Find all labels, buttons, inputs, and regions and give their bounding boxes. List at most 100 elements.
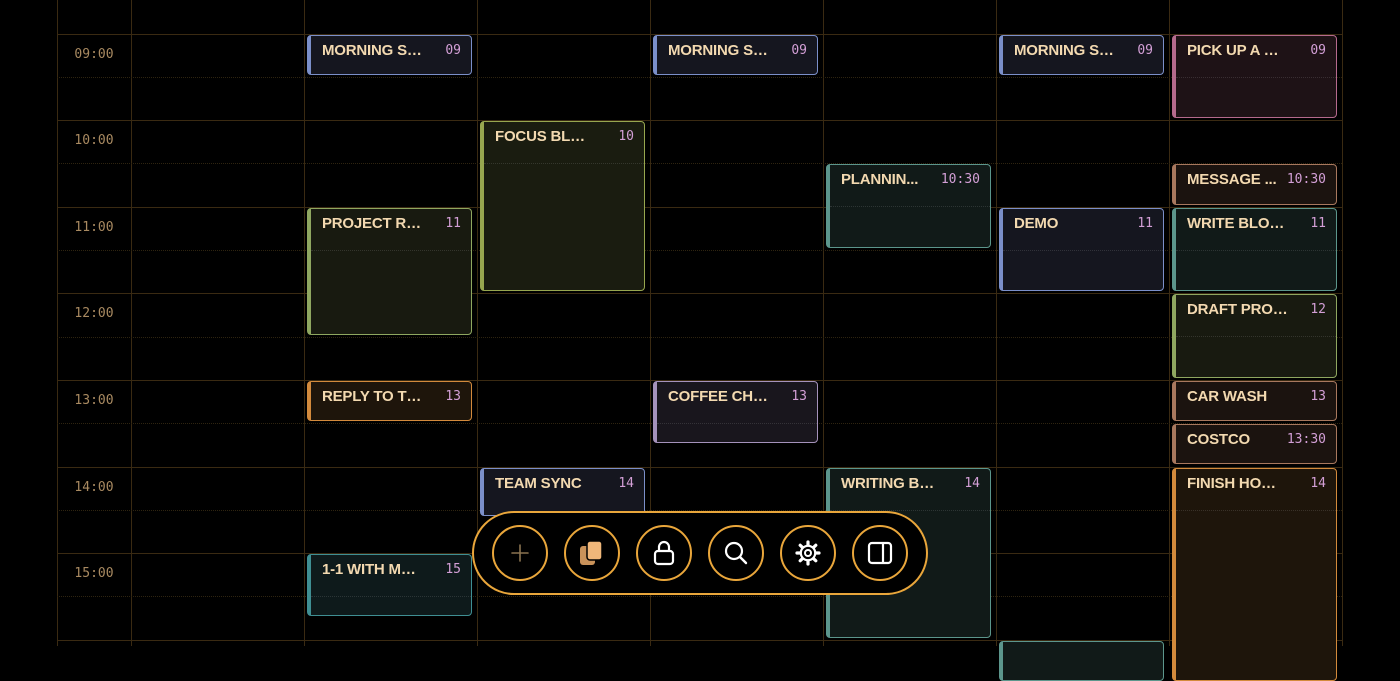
time-label: 15:00 — [62, 566, 126, 581]
calendar-event[interactable]: FINISH HOME ... 14 — [1172, 468, 1337, 681]
calendar-event[interactable]: REPLY TO THAT... 13 — [307, 381, 472, 421]
plus-icon — [510, 543, 530, 563]
grid-column-line — [1342, 0, 1343, 646]
search-icon — [722, 539, 750, 567]
add-button[interactable] — [492, 525, 548, 581]
calendar-event[interactable]: DEMO 11 — [999, 208, 1164, 292]
sidebar-toggle-button[interactable] — [852, 525, 908, 581]
event-half-hour-divider — [484, 163, 644, 164]
calendar-event[interactable] — [999, 641, 1164, 681]
calendar-event[interactable]: MESSAGE ...10:30 — [1172, 164, 1337, 204]
copy-icon — [577, 538, 607, 568]
search-button[interactable] — [708, 525, 764, 581]
time-label: 10:00 — [62, 133, 126, 148]
event-time: 09 — [1137, 43, 1153, 58]
grid-column-line — [57, 0, 58, 646]
event-time: 14 — [618, 476, 634, 491]
calendar-event[interactable]: TEAM SYNC 14 — [480, 468, 645, 517]
event-title: MESSAGE ... — [1187, 171, 1288, 188]
calendar-event[interactable]: MORNING STA... 09 — [999, 35, 1164, 75]
event-time: 12 — [1310, 302, 1326, 317]
event-time: 14 — [1310, 476, 1326, 491]
event-half-hour-divider — [1176, 250, 1336, 251]
calendar-event[interactable]: CAR WASH 13 — [1172, 381, 1337, 421]
time-label: 09:00 — [62, 47, 126, 62]
calendar-event[interactable]: WRITE BLOG P... 11 — [1172, 208, 1337, 292]
grid-column-line — [131, 0, 132, 646]
calendar-event[interactable]: MORNING STA... 09 — [653, 35, 818, 75]
event-time: 14 — [964, 476, 980, 491]
event-title: COSTCO — [1187, 431, 1288, 448]
event-half-hour-divider — [311, 250, 471, 251]
grid-row-line — [57, 337, 1342, 338]
event-time: 13 — [1310, 389, 1326, 404]
calendar-event[interactable]: DRAFT PROJEC... 12 — [1172, 294, 1337, 378]
event-title: FOCUS BLOCK — [495, 128, 596, 145]
event-time: 13 — [791, 389, 807, 404]
time-label: 14:00 — [62, 480, 126, 495]
event-time: 13 — [445, 389, 461, 404]
event-time: 11 — [1137, 216, 1153, 231]
event-title: WRITING BLOCK — [841, 475, 942, 492]
event-title: PROJECT REVIEW — [322, 215, 423, 232]
event-title: MORNING STA... — [1014, 42, 1115, 59]
event-title: DEMO — [1014, 215, 1115, 232]
grid-row-line — [57, 120, 1342, 121]
event-title: TEAM SYNC — [495, 475, 596, 492]
grid-column-line — [996, 0, 997, 646]
calendar-event[interactable]: FOCUS BLOCK 10 — [480, 121, 645, 291]
event-half-hour-divider — [311, 596, 471, 597]
grid-row-line — [57, 467, 1342, 468]
grid-column-line — [304, 0, 305, 646]
event-title: WRITE BLOG P... — [1187, 215, 1288, 232]
event-title: MORNING STA... — [668, 42, 769, 59]
event-half-hour-divider — [1003, 250, 1163, 251]
lock-icon — [650, 539, 678, 567]
calendar-event[interactable]: COFFEE CHAT 13 — [653, 381, 818, 443]
event-half-hour-divider — [1176, 336, 1336, 337]
event-time: 15 — [445, 562, 461, 577]
event-title: PLANNIN... — [841, 171, 942, 188]
event-title: 1-1 WITH MAN... — [322, 561, 423, 578]
calendar-event[interactable]: COSTCO13:30 — [1172, 424, 1337, 464]
event-time: 11 — [1310, 216, 1326, 231]
event-time: 09 — [1310, 43, 1326, 58]
event-half-hour-divider — [657, 423, 817, 424]
event-time: 13:30 — [1287, 432, 1326, 447]
event-title: FINISH HOME ... — [1187, 475, 1288, 492]
calendar-event[interactable]: PLANNIN...10:30 — [826, 164, 991, 248]
event-time: 10 — [618, 129, 634, 144]
event-time: 10:30 — [1287, 172, 1326, 187]
grid-column-line — [1169, 0, 1170, 646]
time-label: 12:00 — [62, 306, 126, 321]
time-label: 13:00 — [62, 393, 126, 408]
sidebar-icon — [866, 539, 894, 567]
calendar-event[interactable]: MORNING STA... 09 — [307, 35, 472, 75]
grid-row-line — [57, 77, 1342, 78]
copy-button[interactable] — [564, 525, 620, 581]
calendar-event[interactable]: PROJECT REVIEW 11 — [307, 208, 472, 335]
grid-row-line — [57, 293, 1342, 294]
event-half-hour-divider — [830, 206, 990, 207]
event-title: REPLY TO THAT... — [322, 388, 423, 405]
gear-icon — [794, 539, 822, 567]
calendar-event[interactable]: PICK UP A GIFT 09 — [1172, 35, 1337, 119]
settings-button[interactable] — [780, 525, 836, 581]
event-time: 10:30 — [941, 172, 980, 187]
event-time: 11 — [445, 216, 461, 231]
grid-row-line — [57, 596, 1342, 597]
calendar-event[interactable]: 1-1 WITH MAN... 15 — [307, 554, 472, 616]
event-title: MORNING STA... — [322, 42, 423, 59]
event-time: 09 — [791, 43, 807, 58]
lock-button[interactable] — [636, 525, 692, 581]
floating-toolbar — [472, 511, 928, 595]
event-title: COFFEE CHAT — [668, 388, 769, 405]
event-title: CAR WASH — [1187, 388, 1288, 405]
event-half-hour-divider — [1176, 510, 1336, 511]
event-title: DRAFT PROJEC... — [1187, 301, 1288, 318]
event-title: PICK UP A GIFT — [1187, 42, 1288, 59]
event-half-hour-divider — [1176, 77, 1336, 78]
grid-row-line — [57, 163, 1342, 164]
event-time: 09 — [445, 43, 461, 58]
time-label: 11:00 — [62, 220, 126, 235]
